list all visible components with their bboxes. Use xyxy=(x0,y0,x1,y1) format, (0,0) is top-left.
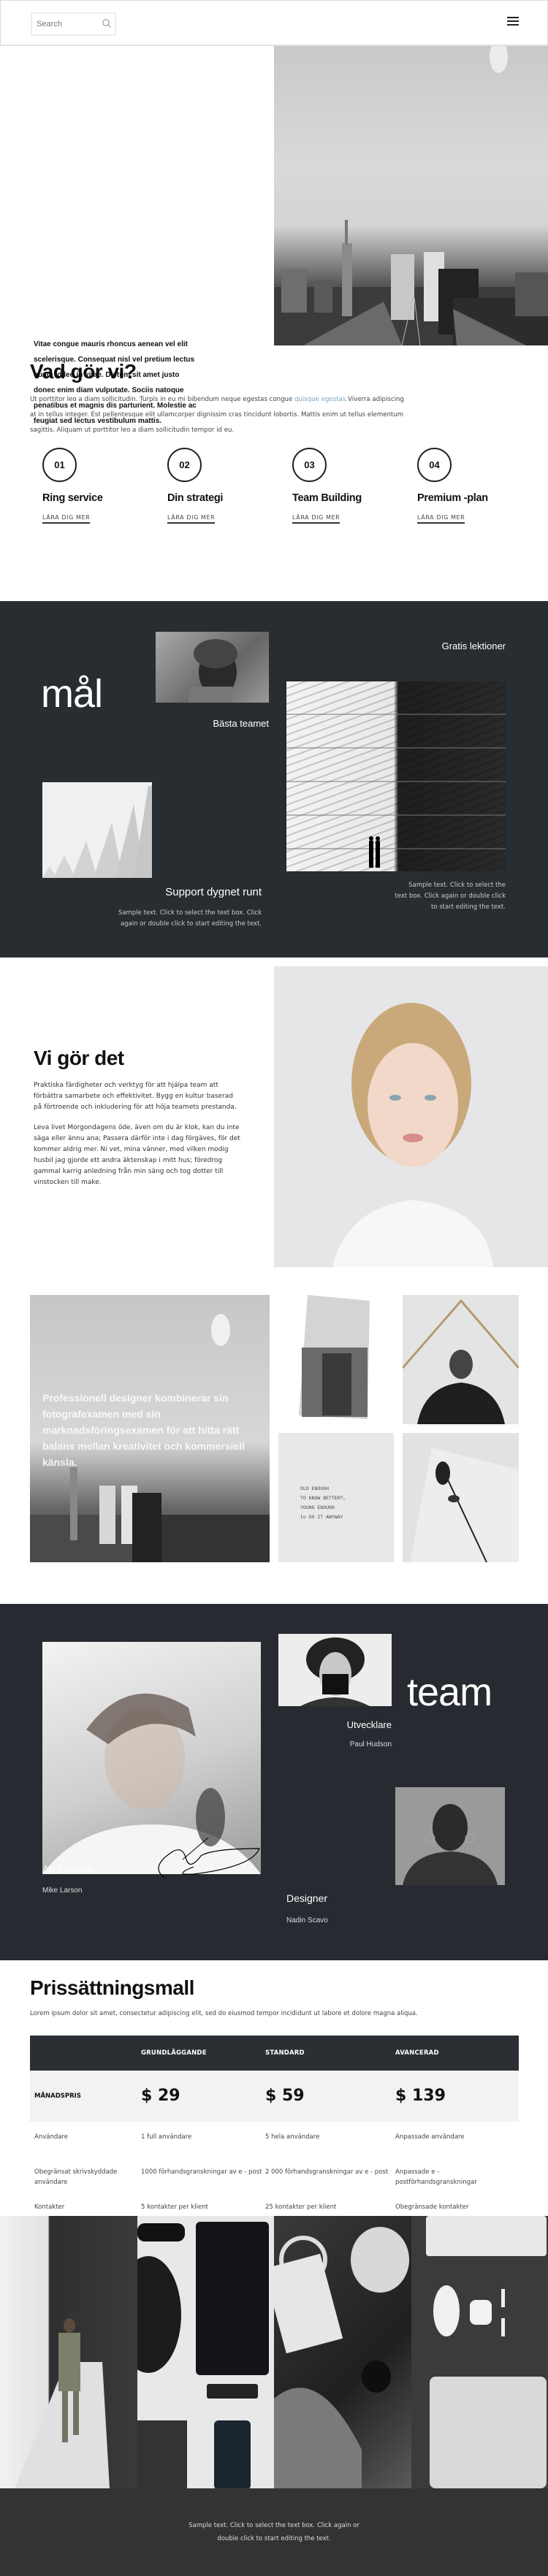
table-cell: 1000 förhandsgranskningar av e - post xyxy=(141,2157,265,2192)
learn-more-link[interactable]: LÄRA DIG MER xyxy=(292,514,340,524)
pricing-header-row: GRUNDLÄGGANDE STANDARD AVANCERAD xyxy=(30,2036,519,2071)
team-section: team Utvecklare Paul Hudson Art Director… xyxy=(0,1604,548,1960)
column-header-basic: GRUNDLÄGGANDE xyxy=(141,2036,265,2071)
goals-title: mål xyxy=(41,671,102,716)
feature-title: Din strategi xyxy=(167,492,277,504)
free-lessons-label: Gratis lektioner xyxy=(409,641,506,651)
price-standard: $ 59 xyxy=(265,2071,395,2122)
feature-title: Ring service xyxy=(42,492,152,504)
site-footer: Sample text. Click to select the text bo… xyxy=(0,2488,548,2576)
developer-portrait-image xyxy=(278,1634,392,1706)
flatlay-devices-image xyxy=(137,2216,275,2488)
price-basic: $ 29 xyxy=(141,2071,265,2122)
feature-number-circle: 04 xyxy=(417,448,452,482)
about-section: Vi gör det Praktiska färdigheter och ver… xyxy=(0,958,548,1283)
team-member-name: Mike Larson xyxy=(42,1887,82,1895)
about-paragraph-1: Praktiska färdigheter och verktyg för at… xyxy=(34,1080,242,1113)
moon-shape xyxy=(490,46,508,73)
table-cell: Anpassade e - postförhandsgranskningar xyxy=(395,2157,519,2192)
hero-section xyxy=(0,46,548,345)
feature-title: Team Building xyxy=(292,492,402,504)
desk-accessories-image xyxy=(411,2216,548,2488)
column-header-standard: STANDARD xyxy=(265,2036,395,2071)
woman-portrait-image xyxy=(156,632,269,703)
feature-number-circle: 01 xyxy=(42,448,77,482)
lead-link[interactable]: quisque egestas. xyxy=(294,396,348,403)
services-lead: Ut porttitor leo a diam sollicitudin. Tu… xyxy=(30,392,410,438)
feature-din-strategi: 02 Din strategi LÄRA DIG MER xyxy=(167,448,277,524)
hamburger-menu-icon[interactable] xyxy=(507,15,519,26)
feature-number-circle: 02 xyxy=(167,448,202,482)
about-paragraph-2: Leva livet Morgondagens öde, även om du … xyxy=(34,1123,242,1188)
support-text: Sample text. Click to select the text bo… xyxy=(110,908,262,930)
table-row: Användare 1 full användare 5 hela använd… xyxy=(30,2122,519,2157)
table-cell: Anpassade användare xyxy=(395,2122,519,2157)
white-sails-architecture-image xyxy=(42,782,152,878)
table-cell: 2 000 förhandsgranskningar av e - post xyxy=(265,2157,395,2192)
feature-ring-service: 01 Ring service LÄRA DIG MER xyxy=(42,448,152,524)
footer-text: Sample text. Click to select the text bo… xyxy=(179,2519,369,2545)
team-member-name: Paul Hudson xyxy=(307,1740,392,1748)
support-title: Support dygnet runt xyxy=(124,886,262,898)
torn-photo-image xyxy=(278,1295,394,1424)
typed-note-image: OLD ENOUGH TO KNOW BETTER?, YOUNG ENOUGH… xyxy=(278,1433,394,1562)
services-title: Vad gör vi? xyxy=(30,360,136,383)
typed-note-text: OLD ENOUGH TO KNOW BETTER?, YOUNG ENOUGH… xyxy=(300,1484,346,1522)
gallery-section: Professionell designer kombinerar sin fo… xyxy=(0,1283,548,1604)
signature-graphic xyxy=(150,1838,263,1881)
search-icon[interactable] xyxy=(102,18,112,28)
table-row: Obegränsat skrivskyddade användare 1000 … xyxy=(30,2157,519,2192)
gallery-overlay-text: Professionell designer kombinerar sin fo… xyxy=(42,1390,247,1470)
man-with-coffee-image xyxy=(274,2216,411,2488)
monthly-price-row: MÅNADSPRIS $ 29 $ 59 $ 139 xyxy=(30,2071,519,2122)
photo-strip xyxy=(0,2216,548,2488)
pricing-lead: Lorem ipsum dolor sit amet, consectetur … xyxy=(30,2010,418,2017)
learn-more-link[interactable]: LÄRA DIG MER xyxy=(417,514,465,524)
pricing-title: Prissättningsmall xyxy=(30,1976,194,2000)
blonde-woman-portrait-image xyxy=(274,966,548,1267)
team-member-role: Utvecklare xyxy=(307,1719,392,1730)
city-skyline-image xyxy=(274,46,548,345)
stripes-caption: Sample text. Click to select the text bo… xyxy=(395,880,506,913)
best-team-label: Bästa teamet xyxy=(197,718,269,729)
city-skyline-feature-image: Professionell designer kombinerar sin fo… xyxy=(30,1295,270,1562)
feature-premium-plan: 04 Premium -plan LÄRA DIG MER xyxy=(417,448,527,524)
feature-number-circle: 03 xyxy=(292,448,327,482)
services-section: Vad gör vi? Ut porttitor leo a diam soll… xyxy=(0,345,548,601)
search-box[interactable] xyxy=(31,12,116,36)
designer-portrait-image xyxy=(395,1787,505,1885)
lead-text: Ut porttitor leo a diam sollicitudin. Tu… xyxy=(30,396,294,403)
row-label: MÅNADSPRIS xyxy=(30,2071,141,2122)
about-title: Vi gör det xyxy=(34,1047,124,1070)
goals-section: mål Bästa teamet Gratis lektioner Suppor… xyxy=(0,601,548,958)
team-member-role: Art Director xyxy=(42,1863,94,1875)
skyline-graphic xyxy=(274,199,548,345)
column-header-advanced: AVANCERAD xyxy=(395,2036,519,2071)
column-header xyxy=(30,2036,141,2071)
feature-title: Premium -plan xyxy=(417,492,527,504)
team-member-role: Designer xyxy=(286,1892,327,1904)
moon-shape xyxy=(211,1314,230,1346)
table-cell: 5 hela användare xyxy=(265,2122,395,2157)
team-member-name: Nadin Scavo xyxy=(286,1916,328,1925)
row-label: Obegränsat skrivskyddade användare xyxy=(30,2157,141,2192)
price-advanced: $ 139 xyxy=(395,2071,519,2122)
learn-more-link[interactable]: LÄRA DIG MER xyxy=(167,514,215,524)
search-input[interactable] xyxy=(32,14,98,34)
man-on-stairs-image xyxy=(0,2216,137,2488)
feature-team-building: 03 Team Building LÄRA DIG MER xyxy=(292,448,402,524)
team-title: team xyxy=(407,1670,492,1715)
rose-image xyxy=(403,1433,519,1562)
site-header xyxy=(0,0,548,46)
pricing-section: Prissättningsmall Lorem ipsum dolor sit … xyxy=(0,1960,548,2216)
frame-portrait-image xyxy=(403,1295,519,1424)
table-cell: 1 full användare xyxy=(141,2122,265,2157)
architecture-stripes-image xyxy=(286,681,506,871)
row-label: Användare xyxy=(30,2122,141,2157)
learn-more-link[interactable]: LÄRA DIG MER xyxy=(42,514,90,524)
